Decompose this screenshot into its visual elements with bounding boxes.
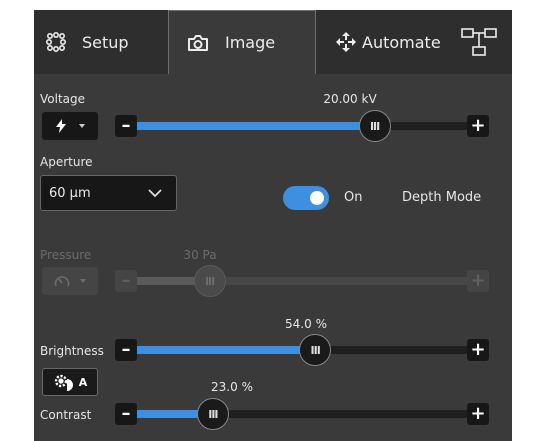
contrast-slider[interactable]: [137, 410, 467, 418]
pressure-value: 30 Pa: [183, 248, 217, 262]
aperture-label: Aperture: [40, 155, 93, 169]
pressure-label: Pressure: [40, 248, 92, 262]
tab-bar: Setup Image Automate: [34, 10, 512, 74]
brightness-slider-fill: [137, 346, 316, 354]
tab-setup[interactable]: Setup: [34, 10, 168, 74]
contrast-slider-thumb[interactable]: III: [196, 398, 229, 430]
brightness-slider-thumb[interactable]: III: [299, 334, 332, 366]
aperture-dropdown[interactable]: 60 µm: [40, 175, 177, 211]
voltage-value: 20.00 kV: [323, 92, 377, 106]
gauge-icon: [54, 274, 70, 288]
voltage-slider-thumb[interactable]: III: [358, 110, 391, 142]
voltage-increase-button[interactable]: +: [467, 115, 489, 137]
tab-automate-label: Automate: [362, 32, 441, 52]
auto-contrast-badge: A: [78, 375, 88, 389]
voltage-slider[interactable]: [137, 122, 467, 130]
depth-mode-toggle[interactable]: [283, 186, 329, 210]
voltage-slider-fill: [137, 122, 375, 130]
chevron-down-icon: [80, 279, 86, 283]
tab-workflow[interactable]: [446, 10, 512, 74]
chevron-down-icon: [79, 124, 85, 128]
voltage-decrease-button[interactable]: –: [115, 115, 137, 137]
contrast-value: 23.0 %: [211, 380, 253, 394]
auto-contrast-button[interactable]: A: [42, 368, 98, 396]
voltage-label: Voltage: [40, 92, 86, 106]
brightness-label: Brightness: [40, 344, 104, 358]
brightness-value: 54.0 %: [285, 317, 327, 331]
chevron-down-icon: [148, 187, 162, 202]
setup-icon: [46, 32, 66, 52]
contrast-label: Contrast: [40, 408, 92, 422]
aperture-selected: 60 µm: [49, 185, 91, 201]
depth-mode-state: On: [344, 190, 363, 205]
tab-setup-label: Setup: [82, 32, 129, 52]
tab-image[interactable]: Image: [168, 10, 316, 74]
pressure-slider-thumb[interactable]: III: [193, 265, 226, 297]
toggle-knob: [310, 191, 324, 205]
contrast-decrease-button[interactable]: –: [115, 403, 137, 425]
image-panel: Setup Image Automate Voltage 20.00 kV – …: [34, 10, 512, 441]
pressure-decrease-button[interactable]: –: [115, 270, 137, 292]
voltage-mode-dropdown[interactable]: [42, 112, 98, 140]
brightness-increase-button[interactable]: +: [467, 339, 489, 361]
pressure-slider[interactable]: [137, 277, 467, 285]
tab-automate[interactable]: Automate: [316, 10, 446, 74]
pressure-mode-dropdown[interactable]: [42, 267, 98, 295]
tab-image-label: Image: [225, 33, 276, 52]
workflow-icon: [461, 27, 497, 57]
auto-contrast-icon: [53, 373, 75, 391]
camera-icon: [187, 34, 209, 52]
brightness-decrease-button[interactable]: –: [115, 339, 137, 361]
move-arrows-icon: [336, 32, 356, 52]
lightning-icon: [55, 119, 67, 133]
depth-mode-label: Depth Mode: [402, 190, 482, 205]
pressure-increase-button[interactable]: +: [467, 270, 489, 292]
contrast-increase-button[interactable]: +: [467, 403, 489, 425]
